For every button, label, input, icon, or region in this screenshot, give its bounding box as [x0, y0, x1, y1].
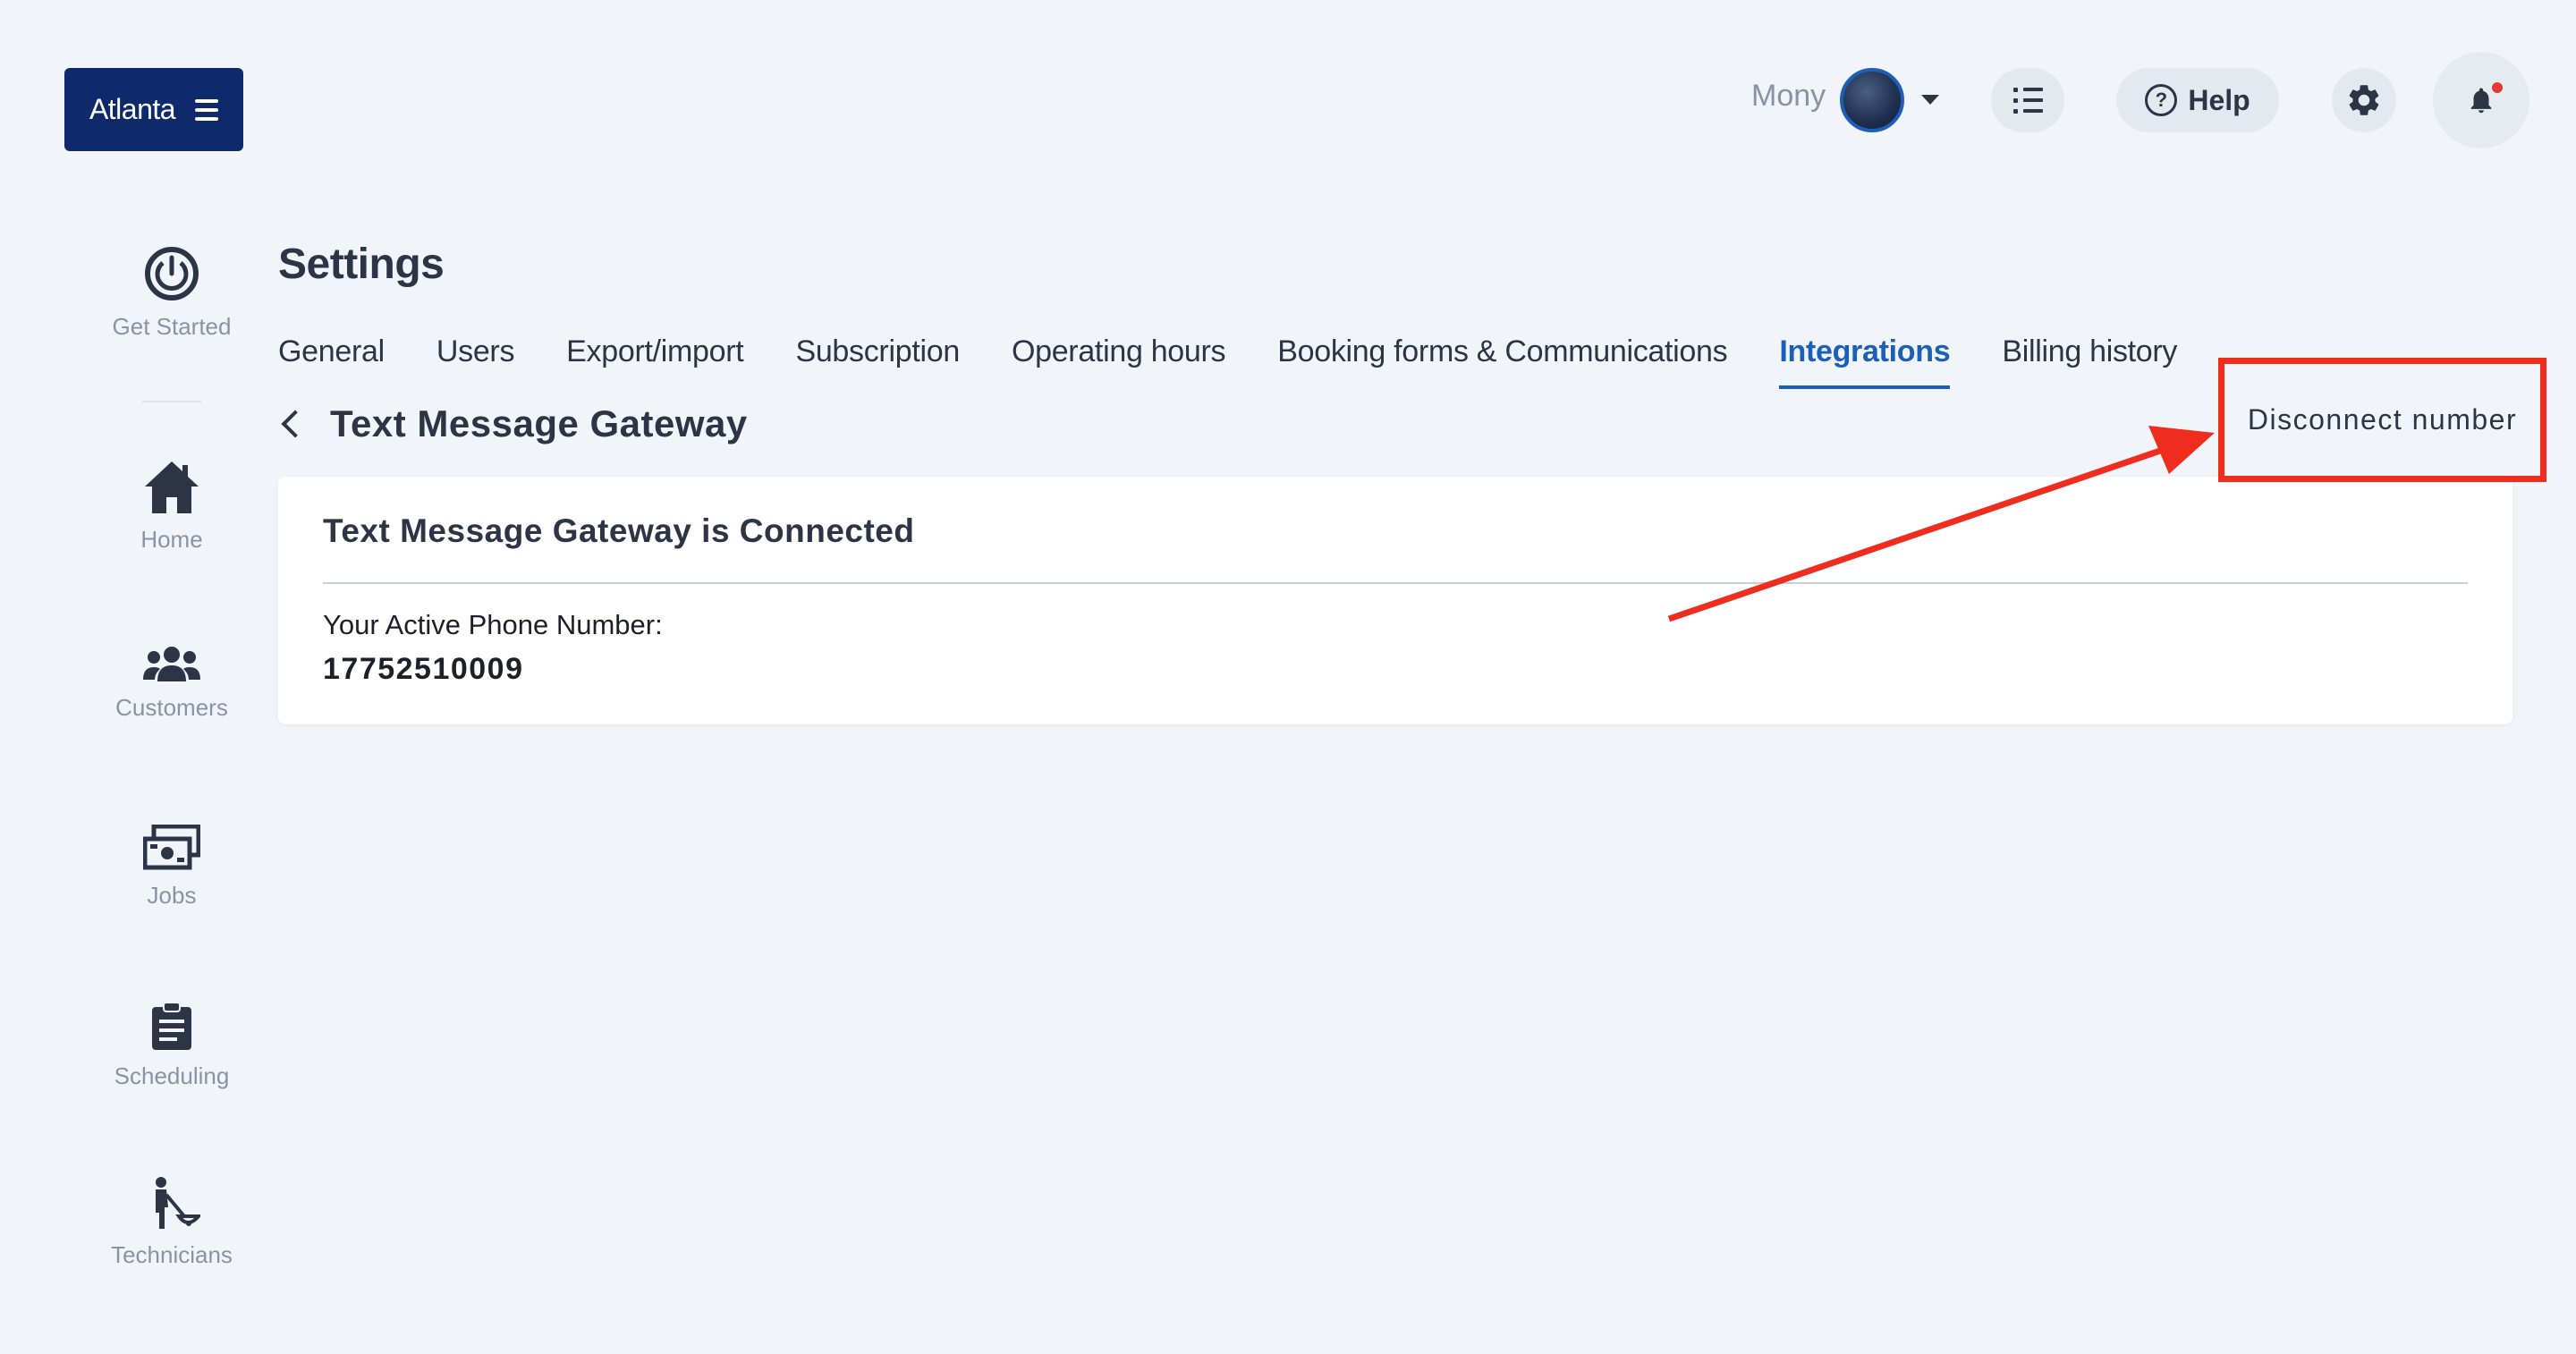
help-label: Help [2188, 83, 2250, 116]
clipboard-icon [152, 1002, 191, 1050]
phone-value: 17752510009 [323, 652, 524, 686]
card-title: Text Message Gateway is Connected [323, 512, 915, 549]
task-list-button[interactable] [1991, 68, 2064, 132]
gear-icon [2349, 85, 2379, 115]
sidebar-item-label: Jobs [147, 882, 197, 909]
question-circle-icon: ? [2145, 84, 2178, 116]
help-button[interactable]: ? Help [2116, 68, 2279, 132]
sidebar-item-scheduling[interactable]: Scheduling [89, 1002, 254, 1090]
disconnect-number-button[interactable]: Disconnect number [2218, 358, 2546, 482]
section-header: Text Message Gateway [278, 402, 748, 445]
tab-users[interactable]: Users [436, 334, 515, 389]
sidebar-item-label: Get Started [112, 313, 232, 340]
money-stack-icon [143, 825, 200, 870]
tab-integrations[interactable]: Integrations [1779, 334, 1951, 389]
settings-button[interactable] [2332, 68, 2396, 132]
brand-menu-button[interactable]: Atlanta [64, 68, 243, 151]
tab-operating-hours[interactable]: Operating hours [1012, 334, 1226, 389]
chevron-left-icon[interactable] [281, 410, 309, 438]
settings-tabs: General Users Export/import Subscription… [278, 334, 2229, 389]
divider [323, 582, 2468, 584]
brand-label: Atlanta [89, 93, 176, 125]
home-icon [145, 461, 199, 513]
section-title: Text Message Gateway [330, 402, 748, 444]
sidebar-item-jobs[interactable]: Jobs [89, 825, 254, 910]
hamburger-menu-icon [195, 98, 219, 121]
sidebar-divider [142, 401, 201, 402]
users-icon [143, 647, 200, 681]
caret-down-icon[interactable] [1921, 95, 1939, 105]
tab-booking-forms[interactable]: Booking forms & Communications [1277, 334, 1727, 389]
sidebar-item-technicians[interactable]: Technicians [89, 1177, 254, 1269]
user-name[interactable]: Mony [1751, 79, 1826, 114]
technician-icon [156, 1177, 200, 1229]
sidebar-item-home[interactable]: Home [89, 460, 254, 554]
notifications-button[interactable] [2433, 52, 2529, 148]
avatar[interactable] [1840, 68, 1904, 132]
gateway-status-card: Text Message Gateway is Connected Your A… [278, 477, 2512, 724]
tab-general[interactable]: General [278, 334, 385, 389]
sidebar-item-label: Customers [115, 694, 228, 721]
phone-label: Your Active Phone Number: [323, 609, 663, 640]
power-icon [145, 247, 199, 300]
sidebar-item-label: Technicians [111, 1241, 233, 1268]
page-title: Settings [278, 241, 445, 288]
sidebar-item-get-started[interactable]: Get Started [89, 245, 254, 341]
sidebar-item-label: Home [140, 526, 203, 553]
sidebar-item-label: Scheduling [114, 1062, 230, 1089]
list-icon [2012, 87, 2043, 114]
tab-subscription[interactable]: Subscription [795, 334, 960, 389]
tab-export-import[interactable]: Export/import [566, 334, 744, 389]
notification-dot [2492, 82, 2503, 93]
tab-billing-history[interactable]: Billing history [2002, 334, 2177, 389]
sidebar-item-customers[interactable]: Customers [89, 646, 254, 722]
